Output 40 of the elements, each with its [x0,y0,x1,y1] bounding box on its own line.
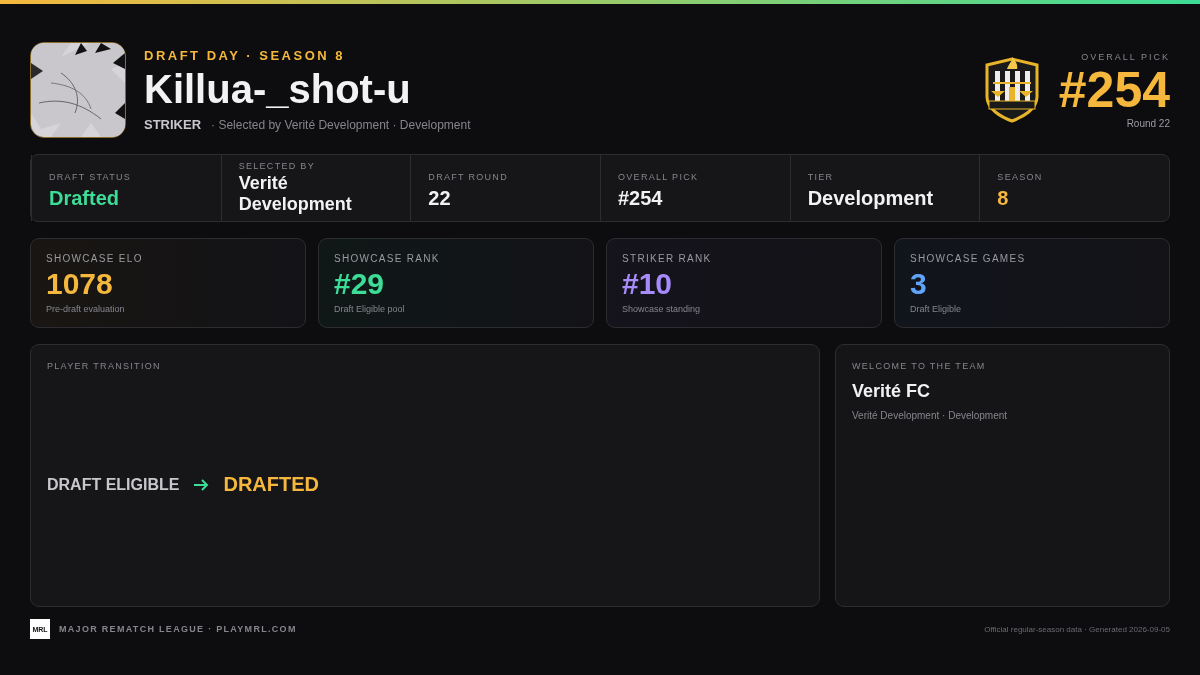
stat-value: #29 [334,266,386,302]
pick-label: OVERALL PICK [1081,51,1170,62]
selection-info: · Selected by Verité Development · Development [211,118,471,132]
info-label: DRAFT ROUND [428,172,509,182]
info-value: Verité Development [238,173,353,215]
stat-note: Draft Eligible pool [334,304,406,314]
stat-label: STRIKER RANK [622,253,713,264]
info-value: 22 [428,186,452,210]
info-value: Drafted [49,186,120,210]
team-name: Verité FC [852,381,932,402]
stat-value: 3 [910,266,928,302]
pick-number: #254 [1058,61,1170,118]
arrow-icon [193,477,210,492]
team-detail: Verité Development · Development [852,410,1009,421]
season-label: DRAFT DAY · SEASON 8 [144,48,346,63]
info-label: DRAFT STATUS [49,172,133,182]
info-label: TIER [807,172,835,182]
stat-note: Showcase standing [622,304,702,314]
position-label: STRIKER [144,117,202,132]
stat-note: Pre-draft evaluation [46,304,126,314]
stat-label: SHOWCASE GAMES [910,253,1027,264]
pick-round: Round 22 [1126,117,1170,129]
panel-title: WELCOME TO THE TEAM [852,361,987,371]
panel-title: PLAYER TRANSITION [47,361,162,371]
info-value: Development [807,186,935,210]
stat-value: 1078 [46,266,114,302]
stat-note: Draft Eligible [910,304,963,314]
info-value: #254 [618,186,664,210]
from-status: DRAFT ELIGIBLE [47,475,180,494]
to-status: DRAFTED [223,473,319,496]
stat-label: SHOWCASE ELO [46,253,144,264]
info-label: SEASON [997,172,1044,182]
stat-value: #10 [622,266,674,302]
info-label: OVERALL PICK [618,172,700,182]
player-name: Killua-_shot-u [144,66,412,112]
league-name: MAJOR REMATCH LEAGUE · PLAYMRL.COM [59,624,298,634]
footer-note: Official regular-season data · Generated 2026-09-05 [984,624,1170,634]
info-label: SELECTED BY [238,161,316,171]
stat-label: SHOWCASE RANK [334,253,441,264]
info-value: 8 [997,186,1010,210]
